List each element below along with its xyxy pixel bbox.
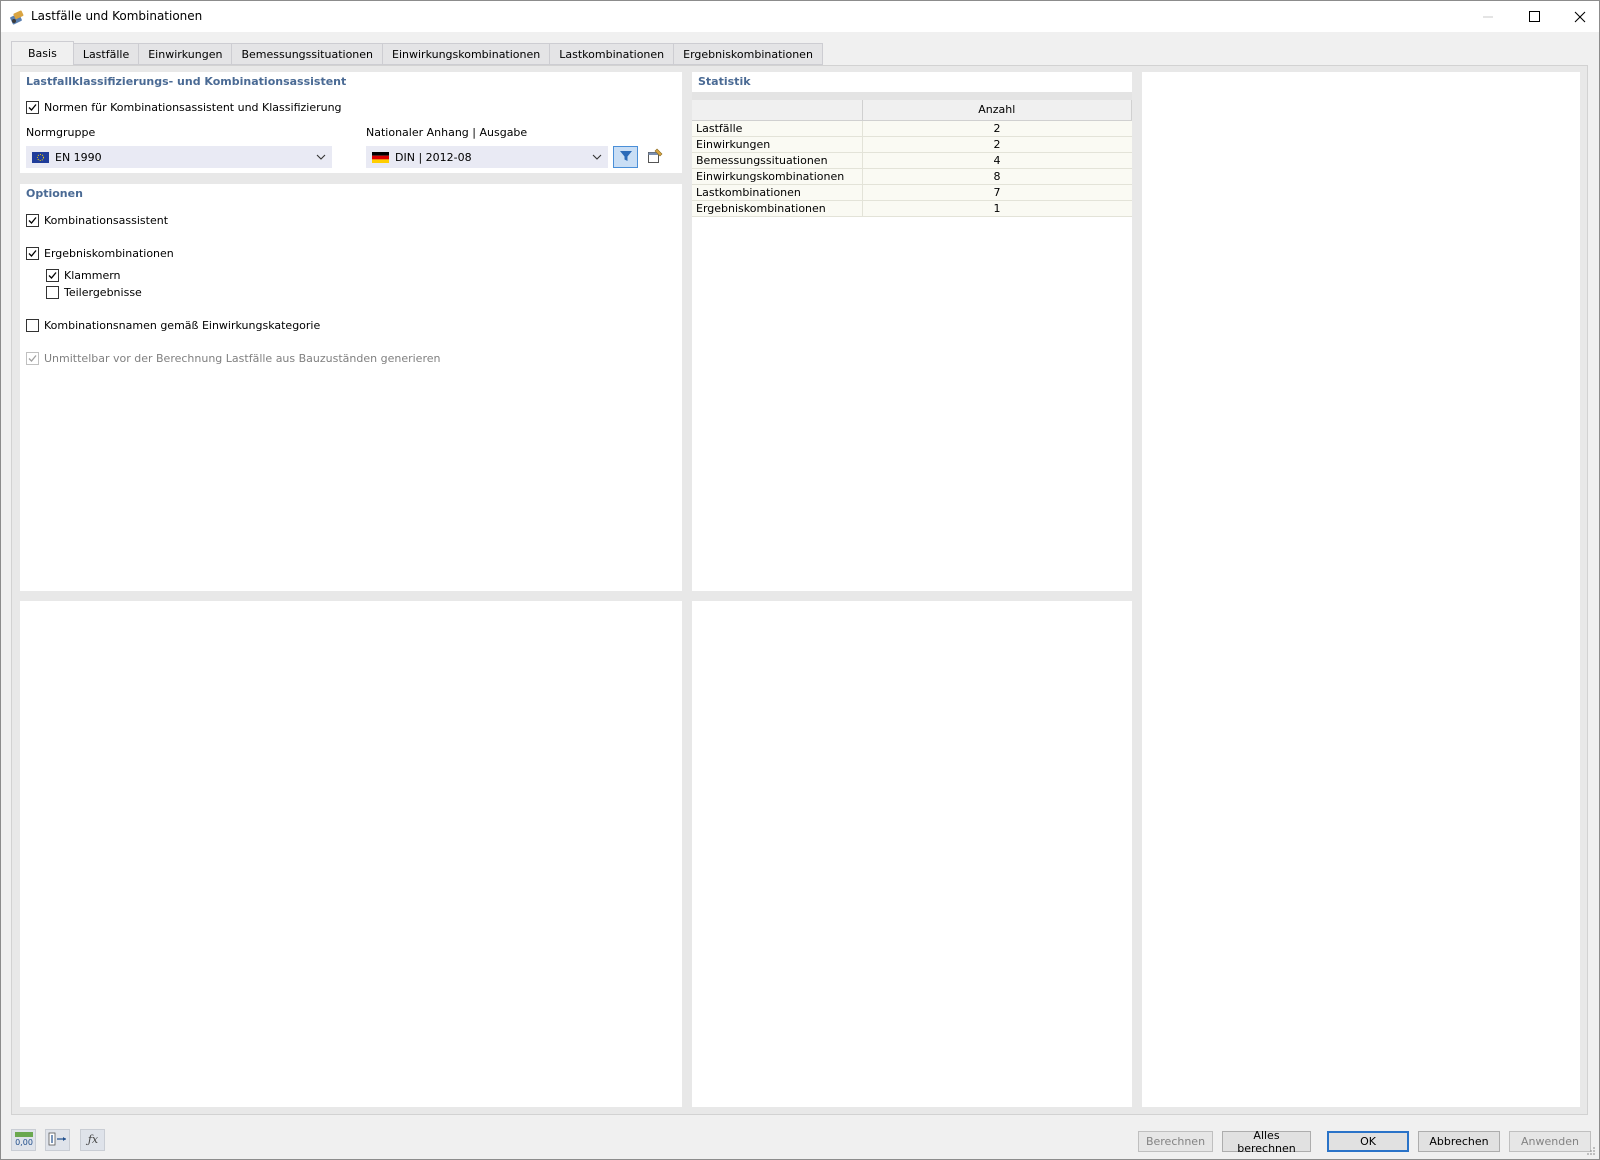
minimize-button[interactable] bbox=[1465, 1, 1511, 32]
anwenden-button[interactable]: Anwenden bbox=[1509, 1131, 1591, 1152]
ergebniskombinationen-row[interactable]: Ergebniskombinationen bbox=[26, 247, 174, 260]
units-button[interactable] bbox=[45, 1129, 70, 1151]
svg-text:ƒx: ƒx bbox=[84, 1133, 98, 1146]
table-row[interactable]: Lastkombinationen 7 bbox=[692, 184, 1132, 201]
window-title: Lastfälle und Kombinationen bbox=[31, 9, 203, 23]
stat-value: 4 bbox=[862, 152, 1132, 169]
statistics-count-header: Anzahl bbox=[862, 100, 1132, 121]
unmittelbar-label: Unmittelbar vor der Berechnung Lastfälle… bbox=[44, 352, 441, 365]
stat-name: Ergebniskombinationen bbox=[692, 200, 863, 217]
klammern-row[interactable]: Klammern bbox=[46, 269, 121, 282]
units-icon bbox=[48, 1131, 68, 1150]
chevron-down-icon bbox=[316, 152, 326, 162]
stat-name: Einwirkungen bbox=[692, 136, 863, 153]
tab-einwirkungskombinationen[interactable]: Einwirkungskombinationen bbox=[383, 43, 551, 65]
resize-grip-icon[interactable] bbox=[1586, 1146, 1596, 1156]
options-panel: Optionen Kombinationsassistent Ergebnisk… bbox=[20, 184, 682, 591]
assistant-title: Lastfallklassifizierungs- und Kombinatio… bbox=[26, 75, 347, 88]
teilergebnisse-checkbox[interactable] bbox=[46, 286, 59, 299]
options-title: Optionen bbox=[26, 187, 83, 200]
table-row[interactable]: Einwirkungen 2 bbox=[692, 136, 1132, 153]
bottom-left-empty-panel bbox=[20, 601, 682, 1107]
kombinationsnamen-label: Kombinationsnamen gemäß Einwirkungskateg… bbox=[44, 319, 321, 332]
close-button[interactable] bbox=[1557, 1, 1600, 32]
statistics-panel: Statistik Anzahl Lastfälle 2 Einwirkunge… bbox=[692, 72, 1132, 591]
klammern-label: Klammern bbox=[64, 269, 121, 282]
ergebniskombinationen-checkbox[interactable] bbox=[26, 247, 39, 260]
function-icon: ƒx bbox=[83, 1131, 103, 1150]
normgruppe-value: EN 1990 bbox=[55, 150, 102, 164]
statistics-table: Anzahl Lastfälle 2 Einwirkungen 2 Bemess… bbox=[692, 92, 1132, 217]
teilergebnisse-label: Teilergebnisse bbox=[64, 286, 142, 299]
norms-checkbox[interactable] bbox=[26, 101, 39, 114]
normgruppe-select[interactable]: EN 1990 bbox=[26, 146, 332, 168]
tab-basis[interactable]: Basis bbox=[11, 41, 74, 65]
decimal-places-button[interactable]: 0,00 bbox=[11, 1129, 36, 1151]
de-flag-icon bbox=[372, 151, 389, 163]
annex-select[interactable]: DIN | 2012-08 bbox=[366, 146, 608, 168]
tab-bar: Basis Lastfälle Einwirkungen Bemessungss… bbox=[11, 41, 823, 65]
table-row[interactable]: Bemessungssituationen 4 bbox=[692, 152, 1132, 169]
tab-content: Lastfallklassifizierungs- und Kombinatio… bbox=[11, 65, 1588, 1115]
annex-label: Nationaler Anhang | Ausgabe bbox=[366, 126, 528, 139]
tab-einwirkungen[interactable]: Einwirkungen bbox=[139, 43, 233, 65]
statistics-title: Statistik bbox=[698, 75, 751, 88]
title-bar: Lastfälle und Kombinationen bbox=[1, 1, 1599, 32]
tab-ergebniskombinationen[interactable]: Ergebniskombinationen bbox=[674, 43, 823, 65]
decimal-places-icon: 0,00 bbox=[14, 1131, 34, 1150]
abbrechen-button[interactable]: Abbrechen bbox=[1418, 1131, 1500, 1152]
kombinationsassistent-checkbox[interactable] bbox=[26, 214, 39, 227]
maximize-button[interactable] bbox=[1511, 1, 1557, 32]
dialog-window: Lastfälle und Kombinationen Basis Lastfä… bbox=[0, 0, 1600, 1160]
assistant-panel: Lastfallklassifizierungs- und Kombinatio… bbox=[20, 72, 682, 173]
stat-name: Bemessungssituationen bbox=[692, 152, 863, 169]
norms-checkbox-row[interactable]: Normen für Kombinationsassistent und Kla… bbox=[26, 101, 342, 114]
ok-button[interactable]: OK bbox=[1327, 1131, 1409, 1152]
stat-value: 2 bbox=[862, 120, 1132, 137]
chevron-down-icon bbox=[592, 152, 602, 162]
app-icon bbox=[9, 9, 25, 25]
unmittelbar-checkbox bbox=[26, 352, 39, 365]
alles-berechnen-button[interactable]: Alles berechnen bbox=[1222, 1129, 1311, 1155]
kombinationsnamen-row[interactable]: Kombinationsnamen gemäß Einwirkungskateg… bbox=[26, 319, 320, 332]
norm-settings-icon bbox=[647, 148, 663, 167]
teilergebnisse-row[interactable]: Teilergebnisse bbox=[46, 286, 142, 299]
function-button[interactable]: ƒx bbox=[80, 1129, 105, 1151]
stat-name: Lastfälle bbox=[692, 120, 863, 137]
tab-lastkombinationen[interactable]: Lastkombinationen bbox=[550, 43, 675, 65]
table-row[interactable]: Einwirkungskombinationen 8 bbox=[692, 168, 1132, 185]
right-empty-panel bbox=[1142, 72, 1580, 1107]
klammern-checkbox[interactable] bbox=[46, 269, 59, 282]
stat-value: 8 bbox=[862, 168, 1132, 185]
annex-value: DIN | 2012-08 bbox=[395, 150, 472, 164]
kombinationsassistent-label: Kombinationsassistent bbox=[44, 214, 169, 227]
filter-button[interactable] bbox=[613, 146, 638, 168]
filter-icon bbox=[619, 149, 633, 166]
tab-bemessungssituationen[interactable]: Bemessungssituationen bbox=[232, 43, 384, 65]
kombinationsassistent-row[interactable]: Kombinationsassistent bbox=[26, 214, 168, 227]
stat-name: Lastkombinationen bbox=[692, 184, 863, 201]
normgruppe-label: Normgruppe bbox=[26, 126, 96, 139]
table-row[interactable]: Lastfälle 2 bbox=[692, 120, 1132, 137]
stat-value: 2 bbox=[862, 136, 1132, 153]
tab-lastfaelle[interactable]: Lastfälle bbox=[73, 43, 140, 65]
stat-value: 1 bbox=[862, 200, 1132, 217]
statistics-name-header bbox=[692, 100, 863, 121]
svg-text:0,00: 0,00 bbox=[15, 1138, 33, 1147]
berechnen-button[interactable]: Berechnen bbox=[1138, 1131, 1213, 1152]
stat-value: 7 bbox=[862, 184, 1132, 201]
eu-flag-icon bbox=[32, 151, 49, 163]
norms-checkbox-label: Normen für Kombinationsassistent und Kla… bbox=[44, 101, 342, 114]
table-row[interactable]: Ergebniskombinationen 1 bbox=[692, 200, 1132, 217]
unmittelbar-row: Unmittelbar vor der Berechnung Lastfälle… bbox=[26, 352, 440, 365]
edit-norm-button[interactable] bbox=[642, 146, 667, 168]
ergebniskombinationen-label: Ergebniskombinationen bbox=[44, 247, 174, 260]
kombinationsnamen-checkbox[interactable] bbox=[26, 319, 39, 332]
bottom-middle-empty-panel bbox=[692, 601, 1132, 1107]
stat-name: Einwirkungskombinationen bbox=[692, 168, 863, 185]
